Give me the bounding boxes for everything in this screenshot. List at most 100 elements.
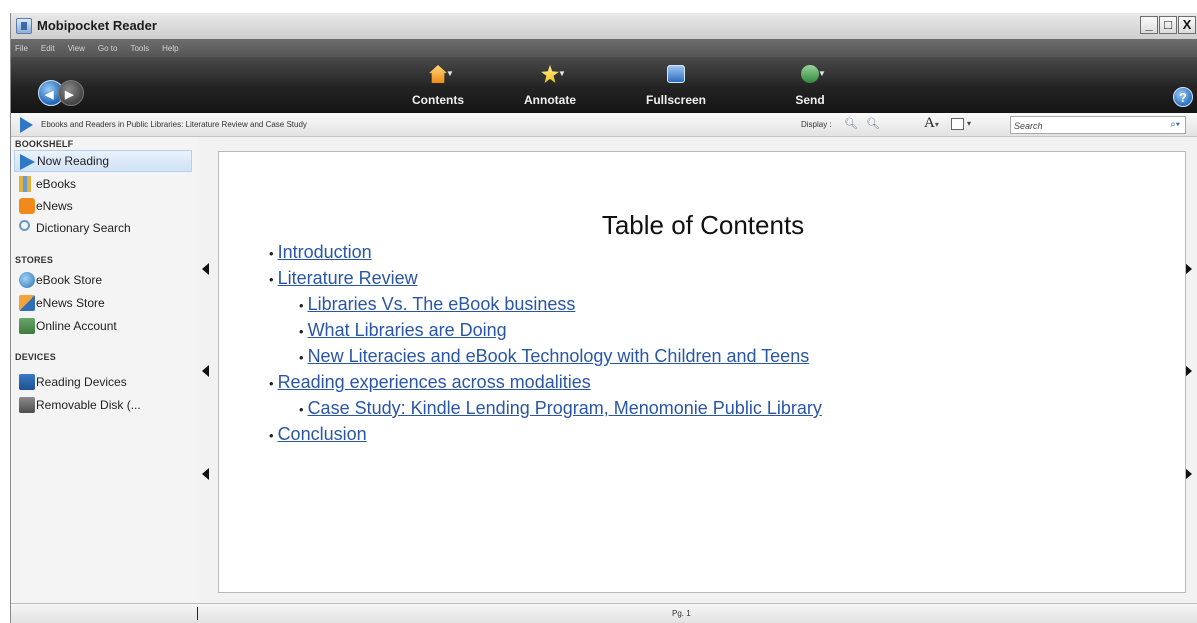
next-page-arrow-icon[interactable] <box>1185 365 1192 377</box>
toc-link-what-libraries-are-doing[interactable]: What Libraries are Doing <box>308 320 507 340</box>
toc-link-introduction[interactable]: Introduction <box>278 242 372 262</box>
device-icon <box>19 374 35 390</box>
page-layout-icon[interactable] <box>951 118 964 130</box>
section-heading-devices: DEVICES <box>15 352 56 362</box>
forward-arrow-icon: ▶ <box>65 89 74 101</box>
fullscreen-button[interactable]: Fullscreen <box>631 65 721 107</box>
book-info-bar: Ebooks and Readers in Public Libraries: … <box>11 113 1197 137</box>
sidebar-item-label: Now Reading <box>37 154 110 168</box>
sidebar-item-reading-devices[interactable]: Reading Devices <box>14 371 192 393</box>
forward-button[interactable]: ▶ <box>58 80 84 106</box>
title-bar[interactable]: Mobipocket Reader _ □ X <box>11 13 1197 39</box>
play-icon <box>20 154 35 170</box>
toc-item: • What Libraries are Doing <box>299 318 822 344</box>
toc-link-reading-experiences[interactable]: Reading experiences across modalities <box>278 372 591 392</box>
status-bar: Pg. 1 <box>11 603 1197 623</box>
sidebar-item-label: eNews Store <box>36 296 105 310</box>
toc-link-libraries-vs-ebook[interactable]: Libraries Vs. The eBook business <box>308 294 576 314</box>
close-button[interactable]: X <box>1178 16 1196 34</box>
globe-icon <box>19 272 35 288</box>
sidebar-item-label: Dictionary Search <box>36 221 131 235</box>
display-label: Display : <box>801 120 832 129</box>
sidebar-item-label: eNews <box>36 199 73 213</box>
toc-item: • Literature Review <box>269 266 822 292</box>
prev-page-arrow-icon[interactable] <box>202 365 209 377</box>
search-input[interactable] <box>1014 119 1154 132</box>
table-of-contents: • Introduction • Literature Review • Librar… <box>269 240 822 448</box>
bullet-icon: • <box>299 298 304 313</box>
toc-link-literature-review[interactable]: Literature Review <box>278 268 418 288</box>
sidebar: BOOKSHELF Now Reading eBooks eNews Dicti… <box>11 138 199 623</box>
menu-file[interactable]: File <box>15 44 28 53</box>
sidebar-item-ebooks[interactable]: eBooks <box>14 173 192 195</box>
contents-button[interactable]: ▼ Contents <box>393 65 483 107</box>
home-icon <box>429 65 447 83</box>
now-reading-icon <box>20 117 33 133</box>
section-heading-bookshelf: BOOKSHELF <box>15 139 74 149</box>
sidebar-item-label: eBooks <box>36 177 77 191</box>
search-icon[interactable]: ⌕▾ <box>1170 119 1180 130</box>
sidebar-item-label: eBook Store <box>36 273 103 287</box>
menu-edit[interactable]: Edit <box>41 44 55 53</box>
menu-tools[interactable]: Tools <box>130 44 149 53</box>
next-page-arrow-icon[interactable] <box>1185 468 1192 480</box>
sidebar-item-enews-store[interactable]: eNews Store <box>14 292 192 314</box>
fullscreen-label: Fullscreen <box>645 93 707 107</box>
sidebar-splitter[interactable] <box>197 607 198 620</box>
zoom-out-icon[interactable]: 🔍︎ <box>866 117 880 130</box>
app-window: Mobipocket Reader _ □ X File Edit View G… <box>10 13 1197 623</box>
bullet-icon: • <box>269 272 274 287</box>
sidebar-item-label: Reading Devices <box>36 375 127 389</box>
page-indicator: Pg. 1 <box>672 609 691 618</box>
star-icon <box>541 65 559 83</box>
toc-item: • Introduction <box>269 240 822 266</box>
bullet-icon: • <box>269 246 274 261</box>
toc-item: • Case Study: Kindle Lending Program, Men… <box>299 396 822 422</box>
sidebar-item-label: Removable Disk (... <box>36 398 141 412</box>
section-heading-stores: STORES <box>15 255 54 265</box>
sidebar-item-now-reading[interactable]: Now Reading <box>14 150 192 172</box>
menu-help[interactable]: Help <box>162 44 178 53</box>
bullet-icon: • <box>269 428 274 443</box>
help-button[interactable]: ? <box>1173 87 1193 107</box>
zoom-in-icon[interactable]: 🔍︎ <box>844 117 858 130</box>
prev-page-arrow-icon[interactable] <box>202 468 209 480</box>
news-store-icon <box>19 295 35 311</box>
page-title: Table of Contents <box>601 210 805 240</box>
toc-link-case-study[interactable]: Case Study: Kindle Lending Program, Meno… <box>308 398 822 418</box>
minimize-button[interactable]: _ <box>1140 16 1158 34</box>
back-arrow-icon: ◀ <box>45 89 54 101</box>
sidebar-item-removable-disk[interactable]: Removable Disk (... <box>14 394 192 416</box>
toc-item: • Reading experiences across modalities <box>269 370 822 396</box>
sidebar-item-enews[interactable]: eNews <box>14 195 192 217</box>
sidebar-item-ebook-store[interactable]: eBook Store <box>14 269 192 291</box>
sidebar-item-online-account[interactable]: Online Account <box>14 315 192 337</box>
prev-page-arrow-icon[interactable] <box>202 263 209 275</box>
dropdown-caret-icon: ▼ <box>818 69 826 78</box>
sidebar-item-label: Online Account <box>36 319 117 333</box>
send-button[interactable]: ▼ Send <box>765 65 855 107</box>
book-title-breadcrumb: Ebooks and Readers in Public Libraries: … <box>41 120 307 129</box>
disk-icon <box>19 397 35 413</box>
menu-goto[interactable]: Go to <box>98 44 118 53</box>
toc-link-new-literacies[interactable]: New Literacies and eBook Technology with… <box>308 346 810 366</box>
toc-item: • Conclusion <box>269 422 822 448</box>
maximize-button[interactable]: □ <box>1159 16 1177 34</box>
toc-link-conclusion[interactable]: Conclusion <box>278 424 367 444</box>
bullet-icon: • <box>299 324 304 339</box>
sidebar-item-dictionary-search[interactable]: Dictionary Search <box>14 217 192 239</box>
app-icon <box>16 18 32 34</box>
toc-item: • New Literacies and eBook Technology wit… <box>299 344 822 370</box>
send-label: Send <box>795 93 825 107</box>
next-page-arrow-icon[interactable] <box>1185 263 1192 275</box>
window-controls: _ □ X <box>1140 16 1196 34</box>
books-icon <box>19 176 35 192</box>
account-icon <box>19 318 35 334</box>
layout-caret-icon[interactable]: ▾ <box>967 119 971 128</box>
annotate-button[interactable]: ▼ Annotate <box>505 65 595 107</box>
send-icon <box>801 65 819 83</box>
menu-view[interactable]: View <box>68 44 85 53</box>
font-size-icon[interactable]: A▾ <box>924 115 939 132</box>
toc-item: • Libraries Vs. The eBook business <box>299 292 822 318</box>
search-box[interactable]: ⌕▾ <box>1010 116 1186 134</box>
